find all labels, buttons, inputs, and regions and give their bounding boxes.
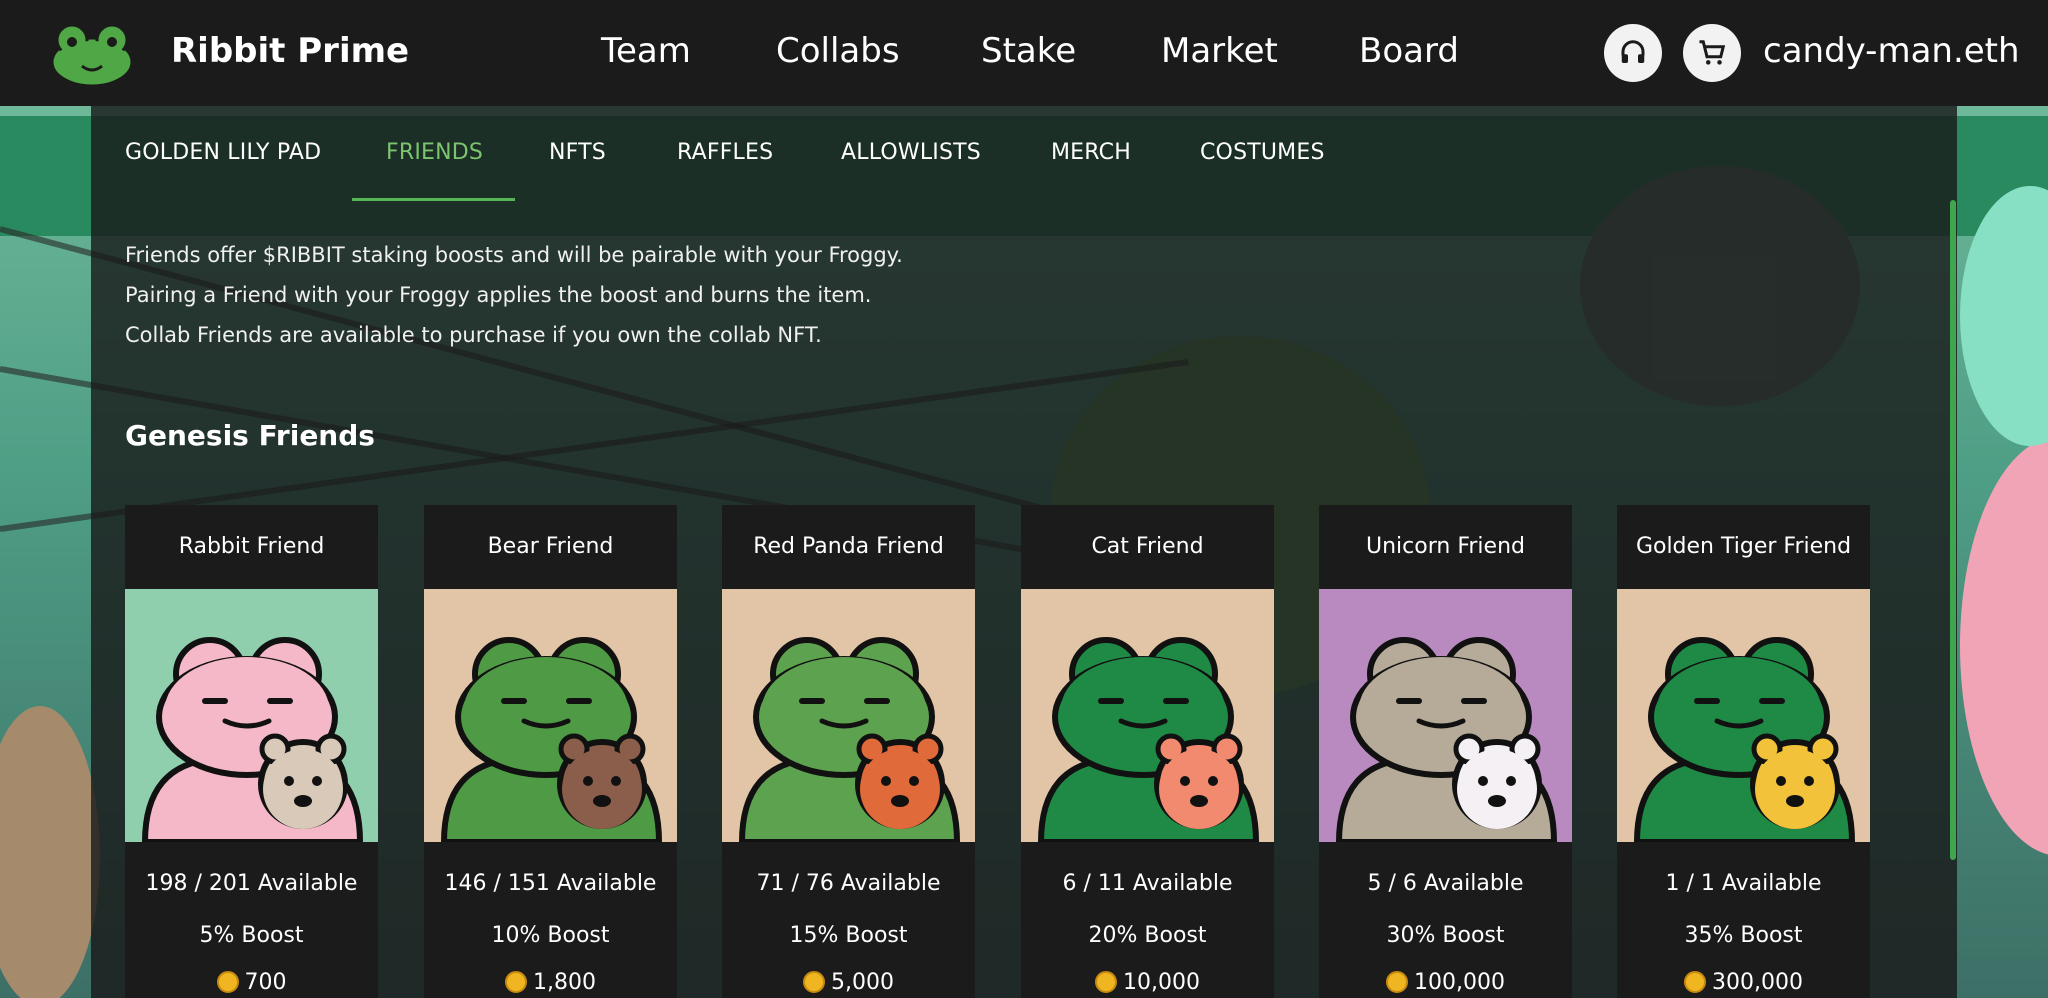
tab-costumes[interactable]: COSTUMES [1200,140,1325,165]
ribbit-coin-icon [1095,971,1117,993]
tab-raffles[interactable]: RAFFLES [677,140,773,165]
tab-friends[interactable]: FRIENDS [386,140,483,165]
price-value: 100,000 [1414,970,1505,995]
card-availability: 198 / 201 Available [145,871,358,896]
card-availability: 6 / 11 Available [1062,871,1233,896]
card-title: Cat Friend [1091,534,1204,559]
card-boost: 15% Boost [789,923,908,948]
golden-tiger-friend-image [1617,589,1870,842]
unicorn-friend-image [1319,589,1572,842]
ribbit-coin-icon [1684,971,1706,993]
user-account[interactable]: candy-man.eth [1763,31,2020,71]
friend-card-rabbit[interactable]: Rabbit Friend 198 / 201 Available 5% Boo… [125,505,378,998]
red-panda-friend-image [722,589,975,842]
support-button[interactable] [1604,24,1662,82]
scrollbar[interactable] [1950,200,1956,860]
description-line-3: Collab Friends are available to purchase… [125,323,822,347]
ribbit-coin-icon [803,971,825,993]
card-availability: 5 / 6 Available [1367,871,1524,896]
card-boost: 30% Boost [1386,923,1505,948]
card-title: Rabbit Friend [178,534,325,559]
card-title: Bear Friend [487,534,614,559]
ribbit-coin-icon [216,971,239,993]
card-boost: 10% Boost [491,923,610,948]
cart-icon [1699,40,1726,65]
card-price: 5,000 [722,970,975,995]
description-line-2: Pairing a Friend with your Froggy applie… [125,283,872,307]
price-value: 10,000 [1123,970,1200,995]
bear-friend-image [424,589,677,842]
card-title: Red Panda Friend [753,534,944,559]
card-price: 10,000 [1021,970,1274,995]
tab-nfts[interactable]: NFTS [549,140,606,165]
price-value: 1,800 [533,970,596,995]
friend-card-red-panda[interactable]: Red Panda Friend 71 / 76 Available 15% B… [722,505,975,998]
card-price: 300,000 [1617,970,1870,995]
price-value: 300,000 [1712,970,1803,995]
nav-team[interactable]: Team [601,31,691,71]
price-value: 700 [244,970,287,995]
card-price: 100,000 [1319,970,1572,995]
card-boost: 35% Boost [1684,923,1803,948]
ribbit-coin-icon [505,971,527,993]
headphones-icon [1621,40,1645,63]
nav-board[interactable]: Board [1359,31,1459,71]
card-boost: 20% Boost [1088,923,1207,948]
frog-logo-icon[interactable] [50,22,134,86]
cat-friend-image [1021,589,1274,842]
rabbit-friend-image [125,589,378,842]
card-availability: 71 / 76 Available [756,871,941,896]
friend-card-golden-tiger[interactable]: Golden Tiger Friend 1 / 1 Available 35% … [1617,505,1870,998]
nav-collabs[interactable]: Collabs [776,31,900,71]
tab-merch[interactable]: MERCH [1051,140,1131,165]
card-boost: 5% Boost [199,923,304,948]
card-title: Unicorn Friend [1366,534,1525,559]
brand-name[interactable]: Ribbit Prime [171,31,409,71]
nav-market[interactable]: Market [1161,31,1278,71]
card-availability: 146 / 151 Available [444,871,657,896]
tab-golden-lily-pad[interactable]: GOLDEN LILY PAD [125,140,321,165]
top-navbar: Ribbit Prime Team Collabs Stake Market B… [0,0,2048,106]
friend-card-cat[interactable]: Cat Friend 6 / 11 Available 20% Boost 10… [1021,505,1274,998]
card-price: 700 [125,970,378,995]
friend-card-unicorn[interactable]: Unicorn Friend 5 / 6 Available 30% Boost… [1319,505,1572,998]
ribbit-coin-icon [1386,971,1408,993]
cart-button[interactable] [1683,24,1741,82]
nav-stake[interactable]: Stake [981,31,1076,71]
tab-allowlists[interactable]: ALLOWLISTS [841,140,981,165]
friend-card-bear[interactable]: Bear Friend 146 / 151 Available 10% Boos… [424,505,677,998]
section-title: Genesis Friends [125,419,375,452]
card-title: Golden Tiger Friend [1635,534,1852,559]
card-price: 1,800 [424,970,677,995]
active-tab-indicator [352,198,515,201]
card-availability: 1 / 1 Available [1665,871,1822,896]
price-value: 5,000 [831,970,894,995]
description-line-1: Friends offer $RIBBIT staking boosts and… [125,243,903,267]
